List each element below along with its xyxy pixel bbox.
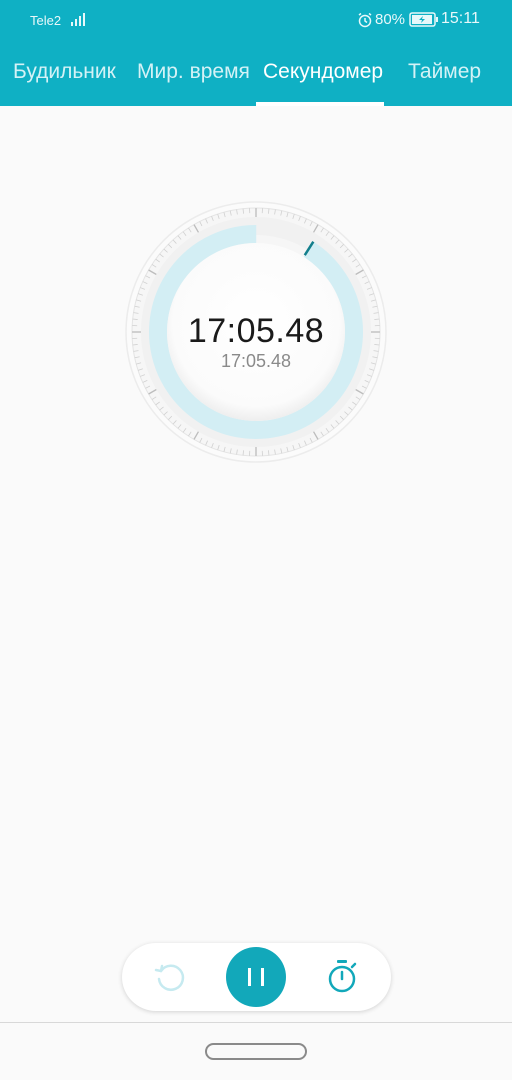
status-clock: 15:11 xyxy=(441,10,480,27)
pause-icon xyxy=(248,968,264,986)
tab-bar: Будильник Мир. время Секундомер Таймер xyxy=(0,44,512,106)
dial-tick xyxy=(242,450,244,456)
control-bar xyxy=(122,943,391,1011)
dial-tick xyxy=(242,208,244,214)
signal-icon xyxy=(71,13,85,26)
alarm-icon xyxy=(358,12,372,28)
tab-alarm[interactable]: Будильник xyxy=(13,60,116,84)
battery-percent: 80% xyxy=(375,11,406,28)
reset-icon[interactable] xyxy=(152,959,188,995)
tab-timer[interactable]: Таймер xyxy=(408,60,481,84)
nav-bar-divider xyxy=(0,1022,512,1023)
status-bar: Tele2 80% 15:11 xyxy=(0,0,512,40)
battery-charging-icon xyxy=(409,12,438,27)
tab-world-clock[interactable]: Мир. время xyxy=(137,60,250,84)
pause-button[interactable] xyxy=(226,947,286,1007)
dial-tick xyxy=(268,208,270,214)
carrier-name: Tele2 xyxy=(30,13,62,28)
active-tab-indicator xyxy=(256,102,384,106)
dial-tick xyxy=(268,450,270,456)
home-gesture-bar[interactable] xyxy=(205,1043,307,1060)
elapsed-time: 17:05.48 xyxy=(187,312,325,350)
lap-stopwatch-icon[interactable] xyxy=(324,958,360,996)
lap-time: 17:05.48 xyxy=(220,351,292,371)
tab-stopwatch[interactable]: Секундомер xyxy=(263,60,383,84)
app-header: Tele2 80% 15:11 Будильник Мир. время Сек… xyxy=(0,0,512,106)
